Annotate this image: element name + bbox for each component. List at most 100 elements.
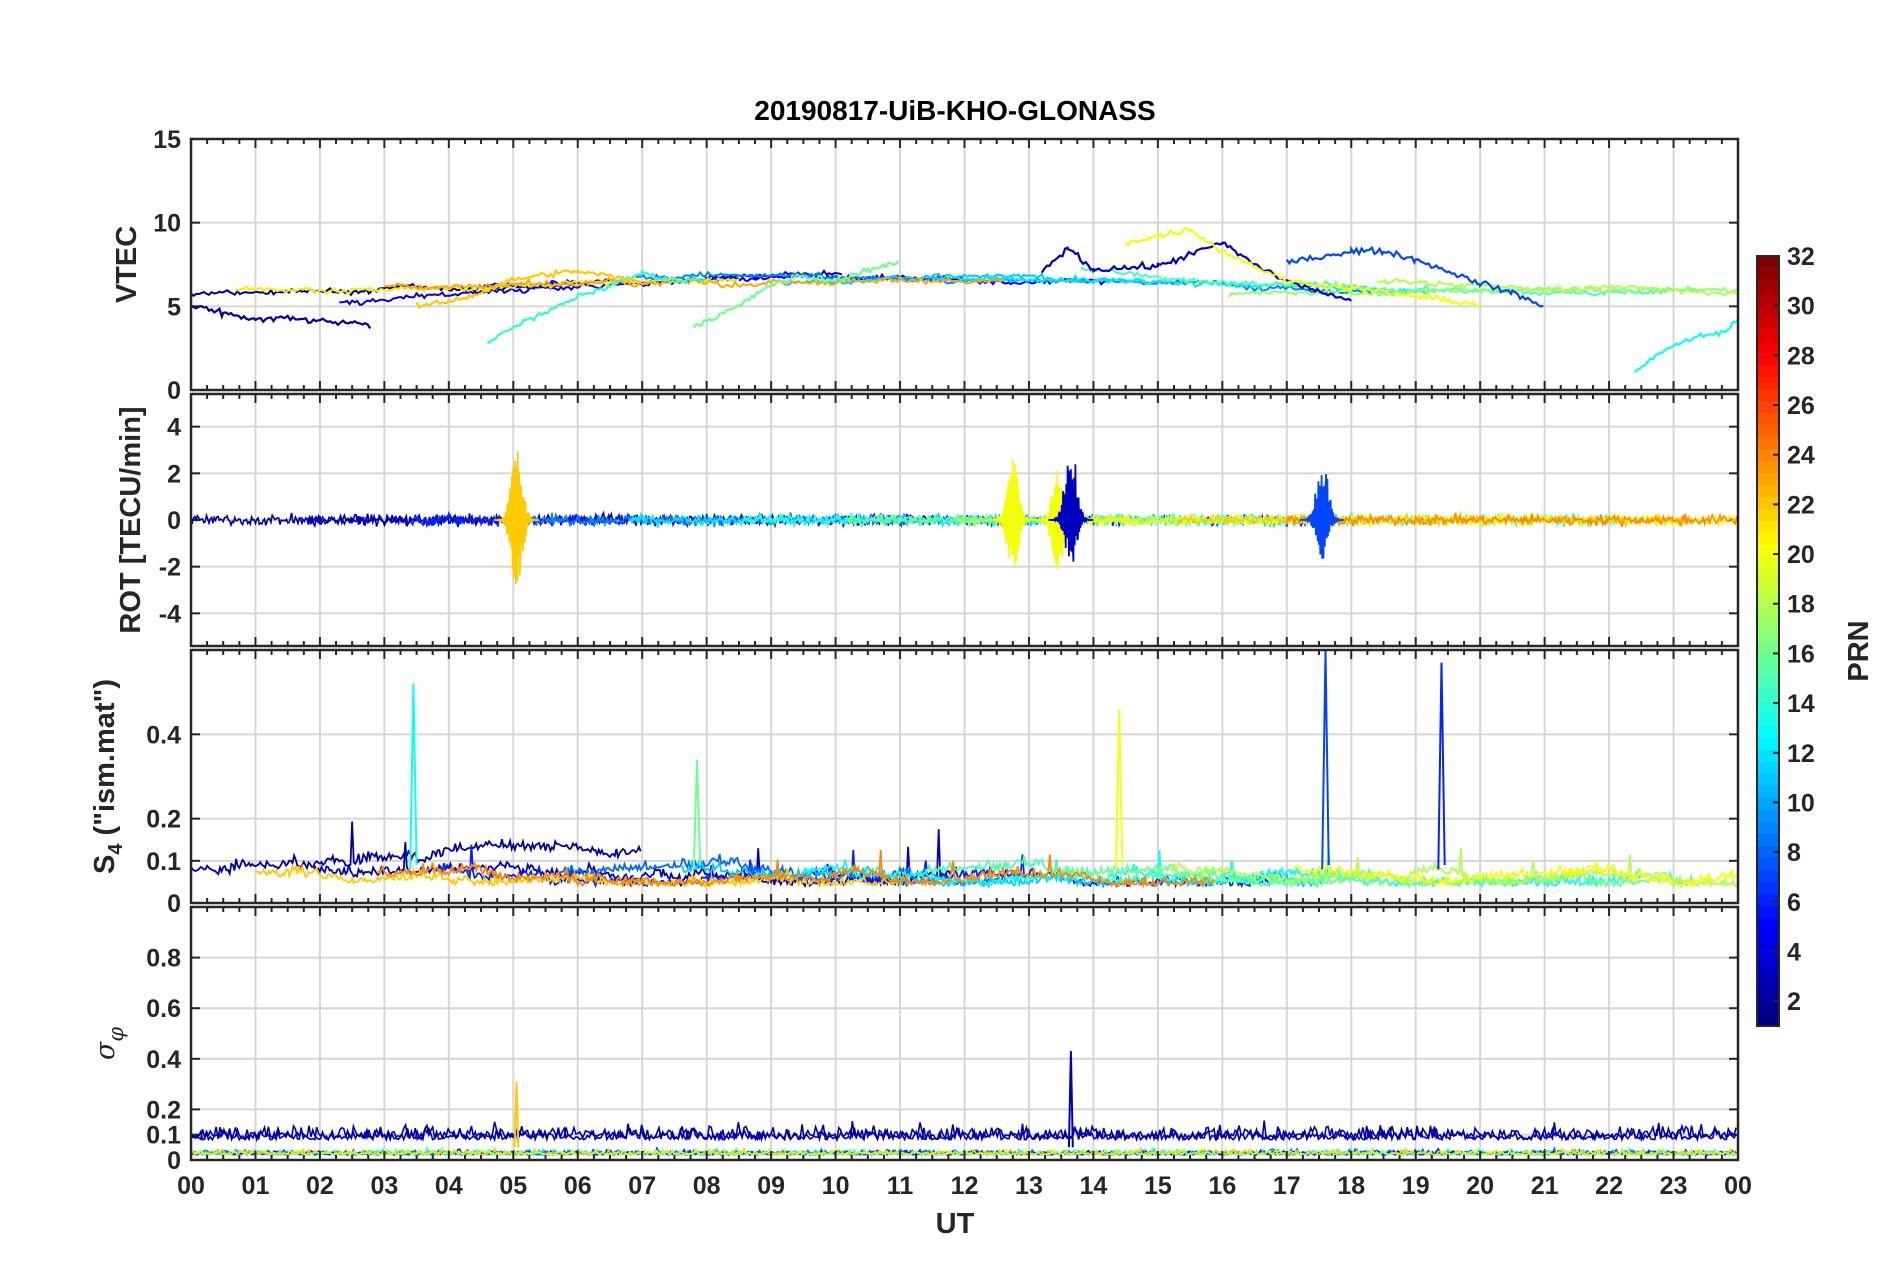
colorbar-segment: [1757, 773, 1779, 786]
colorbar-segment: [1757, 520, 1779, 534]
x-tick-label: 13: [1015, 1172, 1043, 1200]
colorbar-segment: [1757, 460, 1779, 474]
y-axis-label: VTEC: [111, 226, 143, 303]
colorbar-segment: [1757, 412, 1779, 426]
colorbar-tick-label: 24: [1787, 442, 1815, 470]
x-tick-label: 00: [177, 1172, 205, 1200]
x-tick-label: 14: [1080, 1172, 1108, 1200]
x-tick-label: 16: [1208, 1172, 1236, 1200]
y-tick-label: 4: [167, 414, 181, 442]
y-axis-label: S4 ("ism.mat"): [89, 679, 127, 874]
y-label-sub: φ: [104, 1027, 128, 1042]
x-axis-label: UT: [936, 1208, 975, 1240]
colorbar-tick-label: 2: [1787, 988, 1801, 1016]
y-tick-label: 0: [167, 890, 181, 918]
x-tick-label: 10: [822, 1172, 850, 1200]
colorbar-tick-label: 8: [1787, 839, 1801, 867]
x-tick-label: 08: [693, 1172, 721, 1200]
colorbar-segment: [1757, 869, 1779, 883]
x-tick-label: 00: [1724, 1172, 1752, 1200]
y-tick-label: 0.2: [146, 1096, 181, 1124]
y-tick-label: 0.1: [146, 1122, 181, 1150]
y-tick-label: 0.8: [146, 945, 181, 973]
colorbar-segment: [1757, 1013, 1779, 1027]
x-tick-label: 18: [1337, 1172, 1365, 1200]
colorbar-segment: [1757, 388, 1779, 401]
colorbar-segment: [1757, 713, 1779, 726]
colorbar-segment: [1757, 364, 1779, 377]
y-tick-label: 0: [167, 507, 181, 535]
y-label-main: S: [89, 855, 121, 874]
colorbar-segment: [1757, 941, 1779, 955]
panel-s4: 0 0.1 0.2 0.4 S4 ("ism.mat"): [89, 648, 1740, 918]
colorbar-segment: [1757, 316, 1779, 329]
colorbar: 2468101214161820222426283032PRN: [1756, 243, 1875, 1027]
colorbar-segment: [1757, 352, 1779, 365]
figure: 20190817-UiB-KHO-GLONASS 051015VTEC-4-20…: [89, 95, 1875, 1240]
colorbar-segment: [1757, 256, 1779, 269]
colorbar-segment: [1757, 833, 1779, 847]
colorbar-segment: [1757, 544, 1779, 558]
colorbar-segment: [1757, 628, 1779, 642]
x-tick-label: 09: [757, 1172, 785, 1200]
colorbar-segment: [1757, 1001, 1779, 1015]
colorbar-segment: [1757, 328, 1779, 341]
colorbar-segment: [1757, 785, 1779, 799]
x-tick-label: 03: [370, 1172, 398, 1200]
chart-title: 20190817-UiB-KHO-GLONASS: [754, 95, 1155, 126]
colorbar-segment: [1757, 376, 1779, 389]
colorbar-segment: [1757, 641, 1779, 654]
y-tick-label: 0.4: [146, 1046, 181, 1074]
colorbar-segment: [1757, 436, 1779, 450]
y-tick-label: 0: [167, 1147, 181, 1175]
colorbar-segment: [1757, 953, 1779, 967]
colorbar-segment: [1757, 761, 1779, 774]
colorbar-tick-label: 4: [1787, 938, 1801, 966]
x-tick-label: 01: [242, 1172, 270, 1200]
x-tick-label: 21: [1531, 1172, 1559, 1200]
x-tick-label: 12: [951, 1172, 979, 1200]
y-axis-label: ROT [TECU/min]: [115, 406, 147, 633]
x-tick-label: 04: [435, 1172, 463, 1200]
y-tick-label: 0.1: [146, 848, 181, 876]
colorbar-segment: [1757, 340, 1779, 353]
y-axis-label: σφ: [90, 1027, 128, 1060]
colorbar-segment: [1757, 292, 1779, 305]
y-tick-label: 0.4: [146, 721, 181, 749]
colorbar-segment: [1757, 977, 1779, 991]
y-tick-label: 2: [167, 460, 181, 488]
colorbar-tick-label: 30: [1787, 293, 1815, 321]
colorbar-label: PRN: [1843, 620, 1875, 681]
x-tick-label: 06: [564, 1172, 592, 1200]
colorbar-segment: [1757, 737, 1779, 750]
colorbar-tick-label: 28: [1787, 342, 1815, 370]
colorbar-segment: [1757, 580, 1779, 594]
colorbar-segment: [1757, 725, 1779, 738]
colorbar-segment: [1757, 653, 1779, 666]
x-tick-label: 19: [1402, 1172, 1430, 1200]
colorbar-segment: [1757, 665, 1779, 678]
x-tick-label: 07: [628, 1172, 656, 1200]
x-tick-label: 17: [1273, 1172, 1301, 1200]
colorbar-tick-label: 12: [1787, 740, 1815, 768]
colorbar-segment: [1757, 496, 1779, 510]
panel-vtec: 0 5 10 15 VTEC: [111, 126, 1740, 405]
colorbar-segment: [1757, 568, 1779, 582]
x-tick-label: 22: [1595, 1172, 1623, 1200]
y-tick-label: 0.6: [146, 995, 181, 1023]
colorbar-segment: [1757, 400, 1779, 414]
colorbar-tick-label: 26: [1787, 392, 1815, 420]
x-tick-label: 20: [1466, 1172, 1494, 1200]
colorbar-tick-label: 32: [1787, 243, 1815, 271]
colorbar-tick-label: 14: [1787, 690, 1815, 718]
colorbar-segment: [1757, 268, 1779, 281]
colorbar-segment: [1757, 965, 1779, 979]
colorbar-segment: [1757, 797, 1779, 811]
colorbar-segment: [1757, 881, 1779, 895]
x-tick-label: 02: [306, 1172, 334, 1200]
y-tick-label: -4: [159, 600, 181, 628]
panel-rot: -4 -2 0 2 4 ROT [TECU/min]: [115, 392, 1740, 648]
x-tick-label: 23: [1660, 1172, 1688, 1200]
colorbar-segment: [1757, 929, 1779, 943]
y-tick-label: 10: [153, 210, 181, 238]
